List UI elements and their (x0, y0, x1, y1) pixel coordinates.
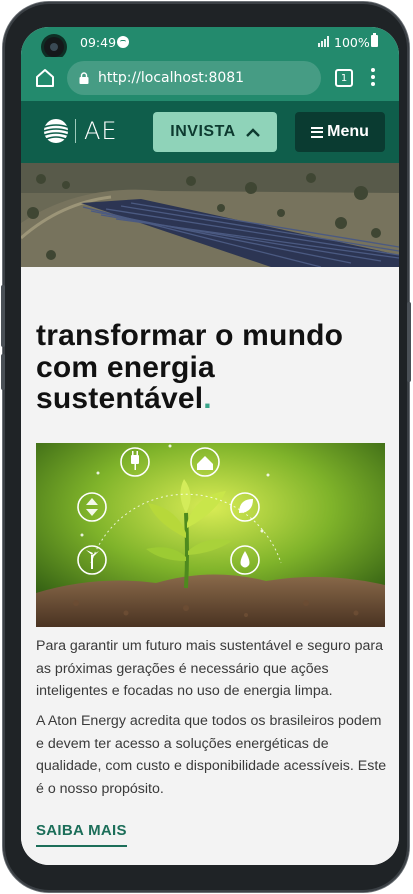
headline-accent-dot: . (203, 382, 212, 415)
site-header: AE INVISTA Menu (21, 101, 399, 163)
phone-frame: 09:49 100% http://localhost:8081 1 AE IN… (1, 2, 411, 892)
side-button (407, 302, 411, 382)
learn-more-link[interactable]: SAIBA MAIS (36, 822, 127, 847)
purpose-paragraph: A Aton Energy acredita que todos os bras… (36, 713, 387, 797)
browser-toolbar: http://localhost:8081 1 (21, 57, 399, 101)
tabs-count: 1 (340, 72, 348, 84)
volume-button (1, 285, 5, 347)
signal-icon (318, 36, 329, 47)
screen: 09:49 100% http://localhost:8081 1 AE IN… (21, 27, 399, 865)
front-camera (44, 37, 64, 57)
tabs-button[interactable]: 1 (335, 69, 353, 87)
invest-label: INVISTA (170, 123, 236, 140)
headline-text: transformar o mundo com energia sustentá… (36, 319, 344, 415)
lock-icon (79, 72, 89, 84)
sustainability-image (36, 443, 385, 627)
address-bar[interactable]: http://localhost:8081 (67, 61, 321, 95)
menu-label: Menu (327, 123, 369, 140)
more-icon[interactable] (370, 68, 376, 88)
main-content: transformar o mundo com energia sustentá… (21, 267, 399, 865)
chevron-up-icon (245, 127, 260, 137)
logo-text: AE (84, 117, 118, 145)
logo[interactable]: AE (43, 117, 118, 145)
page-title: transformar o mundo com energia sustentá… (36, 320, 386, 415)
battery-icon (371, 33, 378, 47)
logo-divider (75, 119, 76, 143)
hamburger-icon (311, 126, 324, 138)
home-icon[interactable] (34, 67, 56, 89)
battery-percent: 100% (334, 35, 370, 50)
globe-logo-icon (43, 119, 69, 143)
hero-image (21, 163, 399, 267)
status-bar: 09:49 100% (21, 27, 399, 57)
intro-paragraph: Para garantir um futuro mais sustentável… (36, 638, 383, 699)
url-text: http://localhost:8081 (98, 70, 245, 86)
spotify-icon (117, 36, 129, 48)
menu-button[interactable]: Menu (295, 112, 385, 152)
power-button (1, 354, 5, 390)
status-time: 09:49 (80, 35, 117, 50)
invest-button[interactable]: INVISTA (153, 112, 277, 152)
